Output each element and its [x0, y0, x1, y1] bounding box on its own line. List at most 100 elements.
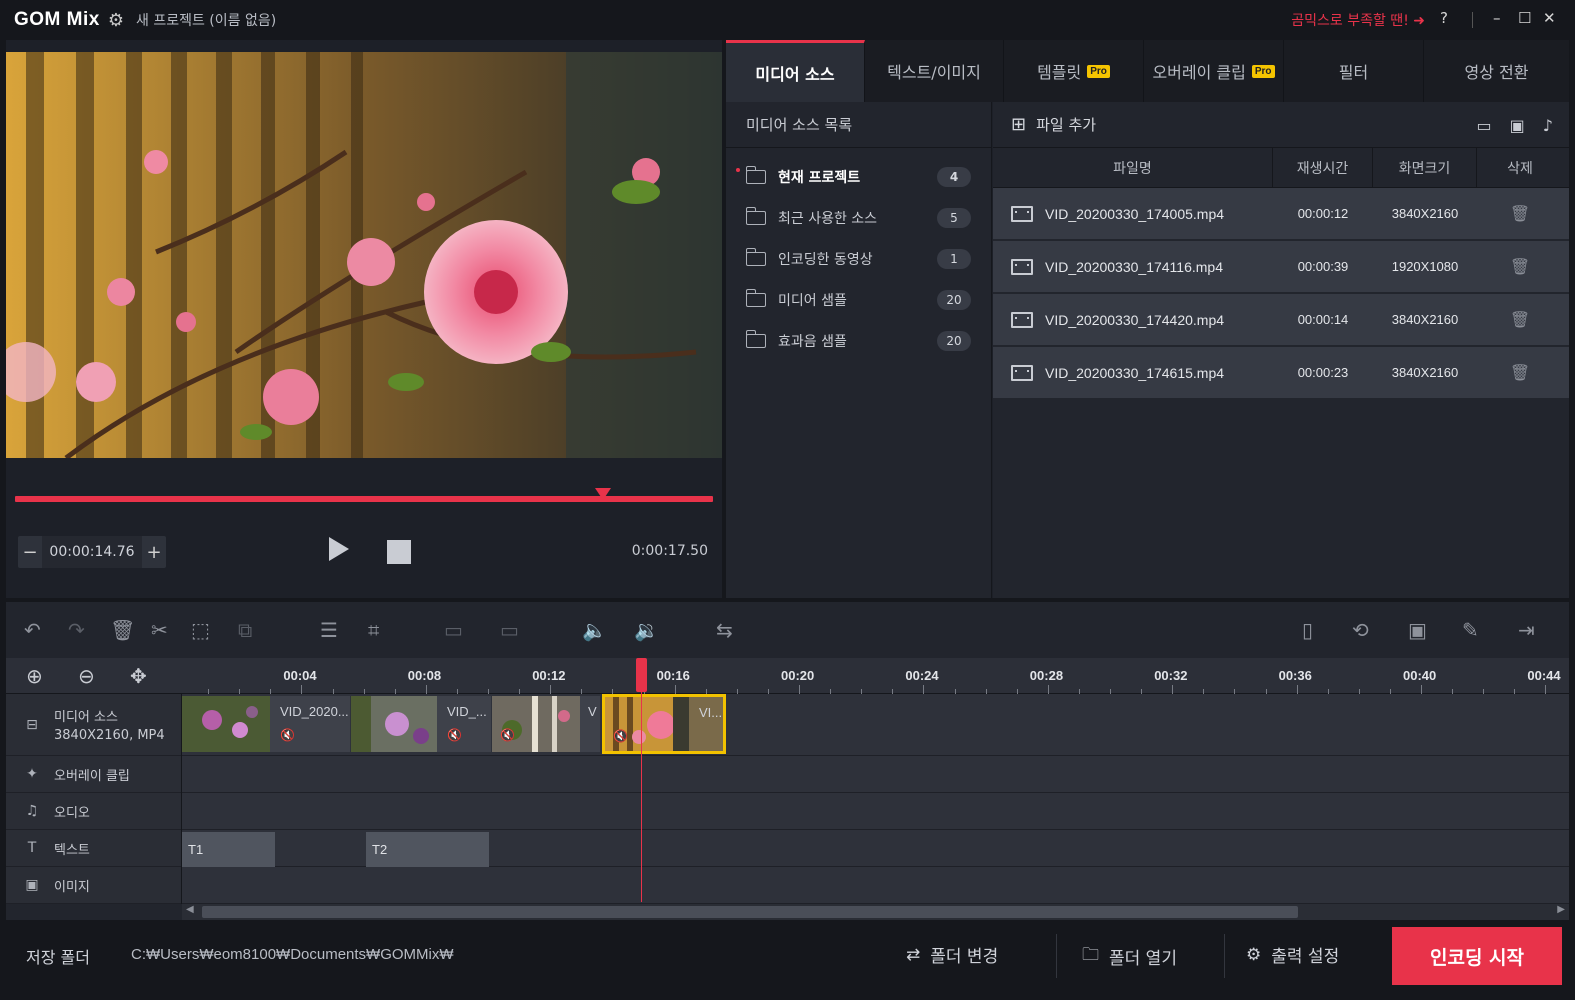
- trash-icon[interactable]: 🗑: [1477, 363, 1563, 382]
- mute-icon[interactable]: 🔈: [582, 618, 607, 642]
- table-row[interactable]: VID_20200330_174420.mp4 00:00:14 3840X21…: [993, 294, 1569, 347]
- trash-icon[interactable]: 🗑: [1477, 204, 1563, 223]
- preview-image: [6, 52, 722, 458]
- play-icon[interactable]: [329, 537, 349, 561]
- trash-icon[interactable]: 🗑: [1477, 310, 1563, 329]
- film-settings-icon: ⚙: [1246, 944, 1262, 965]
- ruler-tick: [923, 685, 925, 694]
- table-row[interactable]: VID_20200330_174615.mp4 00:00:23 3840X21…: [993, 347, 1569, 400]
- image-left-icon[interactable]: ▭: [444, 618, 463, 642]
- button-label: 폴더 열기: [1109, 949, 1177, 969]
- undo-icon[interactable]: ↶: [24, 618, 41, 642]
- ruler-tick: [1421, 685, 1422, 694]
- source-item-recent[interactable]: 최근 사용한 소스 5: [726, 197, 991, 238]
- button-label: 폴더 변경: [930, 947, 999, 967]
- save-as-icon[interactable]: ✎: [1462, 618, 1479, 642]
- scroll-right-icon[interactable]: ▶: [1557, 904, 1565, 915]
- mute-icon: 🔇: [500, 728, 515, 742]
- video-clip[interactable]: 🔇 V: [492, 696, 600, 752]
- file-duration: 00:00:23: [1297, 365, 1349, 380]
- ruler-tick: [1545, 685, 1547, 694]
- tab-media-source[interactable]: 미디어 소스: [726, 40, 865, 102]
- fit-icon[interactable]: ✥: [130, 664, 147, 688]
- col-size[interactable]: 화면크기: [1373, 148, 1477, 187]
- open-project-icon[interactable]: ⟲: [1352, 618, 1369, 642]
- table-row[interactable]: VID_20200330_174005.mp4 00:00:12 3840X21…: [993, 188, 1569, 241]
- video-filter-icon[interactable]: ▭: [1477, 116, 1492, 135]
- tab-text-image[interactable]: 텍스트/이미지: [865, 40, 1004, 102]
- split-select-icon[interactable]: ⧉: [238, 618, 252, 642]
- crop-icon[interactable]: ⌗: [368, 618, 379, 642]
- help-button[interactable]: ?: [1440, 9, 1448, 27]
- delete-icon[interactable]: 🗑: [110, 618, 135, 642]
- adjust-icon[interactable]: ☰: [320, 618, 338, 642]
- time-ruler[interactable]: 00:04 00:08 00:12 00:16 00:20 00:24 00:28 00:32…: [182, 658, 1569, 694]
- timeline-toolbar: ↶ ↷ 🗑 ✂ ⬚ ⧉ ☰ ⌗ ▭ ▭ 🔈 🔉 ⇆ ▯ ⟲ ▣ ✎ ⇥: [6, 602, 1569, 658]
- text-clip[interactable]: T1: [182, 832, 275, 867]
- open-folder-button[interactable]: 🗀 폴더 열기: [1082, 942, 1177, 971]
- image-right-icon[interactable]: ▭: [500, 618, 519, 642]
- music-filter-icon[interactable]: ♪: [1543, 116, 1553, 135]
- audio-detach-icon[interactable]: 🔉: [634, 618, 659, 642]
- total-time: 0:00:17.50: [631, 543, 708, 559]
- minimize-icon[interactable]: –: [1493, 9, 1501, 27]
- export-icon[interactable]: ⇥: [1518, 618, 1535, 642]
- file-name: VID_20200330_174615.mp4: [1045, 364, 1225, 381]
- bottom-bar: 저장 폴더 C:₩Users₩eom8100₩Documents₩GOMMix₩…: [0, 920, 1575, 1000]
- scroll-thumb[interactable]: [202, 906, 1298, 918]
- trash-icon[interactable]: 🗑: [1477, 257, 1563, 276]
- video-clip[interactable]: VID_... 🔇: [351, 696, 491, 752]
- cut-icon[interactable]: ✂: [151, 618, 168, 642]
- select-icon[interactable]: ⬚: [191, 618, 210, 642]
- gear-icon[interactable]: ⚙: [108, 10, 124, 31]
- table-row[interactable]: VID_20200330_174116.mp4 00:00:39 1920X10…: [993, 241, 1569, 294]
- source-item-current-project[interactable]: 현재 프로젝트 4: [726, 156, 991, 197]
- redo-icon[interactable]: ↷: [68, 618, 85, 642]
- zoom-out-icon[interactable]: ⊖: [78, 664, 95, 688]
- add-file-button[interactable]: ⊞ 파일 추가 ▭ ▣ ♪: [993, 102, 1569, 148]
- file-name: VID_20200330_174116.mp4: [1045, 258, 1224, 275]
- track-overlay: ✦ 오버레이 클립: [6, 756, 181, 793]
- video-clip[interactable]: VID_2020... 🔇: [182, 696, 350, 752]
- encode-start-button[interactable]: 인코딩 시작: [1392, 927, 1562, 985]
- save-folder-path: C:₩Users₩eom8100₩Documents₩GOMMix₩: [131, 946, 454, 963]
- source-item-sfx-samples[interactable]: 효과음 샘플 20: [726, 320, 991, 361]
- source-item-media-samples[interactable]: 미디어 샘플 20: [726, 279, 991, 320]
- text-clip[interactable]: T2: [366, 832, 489, 867]
- image-filter-icon[interactable]: ▣: [1510, 116, 1525, 135]
- video-clip-selected[interactable]: VI... 🔇: [602, 694, 726, 754]
- close-icon[interactable]: ✕: [1543, 9, 1556, 27]
- col-duration[interactable]: 재생시간: [1273, 148, 1373, 187]
- scroll-left-icon[interactable]: ◀: [186, 904, 194, 915]
- tab-label: 필터: [1338, 63, 1369, 82]
- new-project-icon[interactable]: ▯: [1302, 618, 1313, 642]
- mute-icon: 🔇: [447, 728, 462, 742]
- save-icon[interactable]: ▣: [1408, 618, 1427, 642]
- promo-link[interactable]: 곰믹스로 부족할 땐! ➜: [1291, 10, 1425, 30]
- clip-thumbnail: [351, 696, 437, 752]
- change-folder-button[interactable]: ⇄ 폴더 변경: [906, 942, 999, 968]
- tab-overlay-clip[interactable]: 오버레이 클립 Pro: [1144, 40, 1284, 102]
- zoom-in-icon[interactable]: ⊕: [26, 664, 43, 688]
- count-badge: 4: [937, 166, 971, 187]
- source-item-encoded[interactable]: 인코딩한 동영상 1: [726, 238, 991, 279]
- replace-icon[interactable]: ⇆: [716, 618, 733, 642]
- output-settings-button[interactable]: ⚙ 출력 설정: [1246, 942, 1339, 968]
- col-name[interactable]: 파일명: [993, 148, 1273, 187]
- tab-filter[interactable]: 필터: [1284, 40, 1424, 102]
- tab-template[interactable]: 템플릿 Pro: [1004, 40, 1144, 102]
- current-time-input[interactable]: 00:00:14.76: [42, 536, 142, 568]
- ruler-label: 00:16: [656, 668, 690, 683]
- horizontal-scrollbar[interactable]: ◀ ▶: [182, 904, 1569, 920]
- text-icon: T: [27, 840, 37, 856]
- minus-icon[interactable]: −: [18, 536, 42, 568]
- stop-icon[interactable]: [387, 540, 411, 564]
- scrubber-handle[interactable]: [595, 488, 612, 500]
- plus-icon[interactable]: +: [142, 536, 166, 568]
- tab-transition[interactable]: 영상 전환: [1424, 40, 1569, 102]
- maximize-icon[interactable]: ☐: [1518, 9, 1531, 27]
- add-file-icon: ⊞: [1011, 114, 1027, 135]
- ruler-label: 00:20: [781, 668, 815, 683]
- film-icon: [1011, 311, 1033, 328]
- active-dot: [736, 168, 740, 172]
